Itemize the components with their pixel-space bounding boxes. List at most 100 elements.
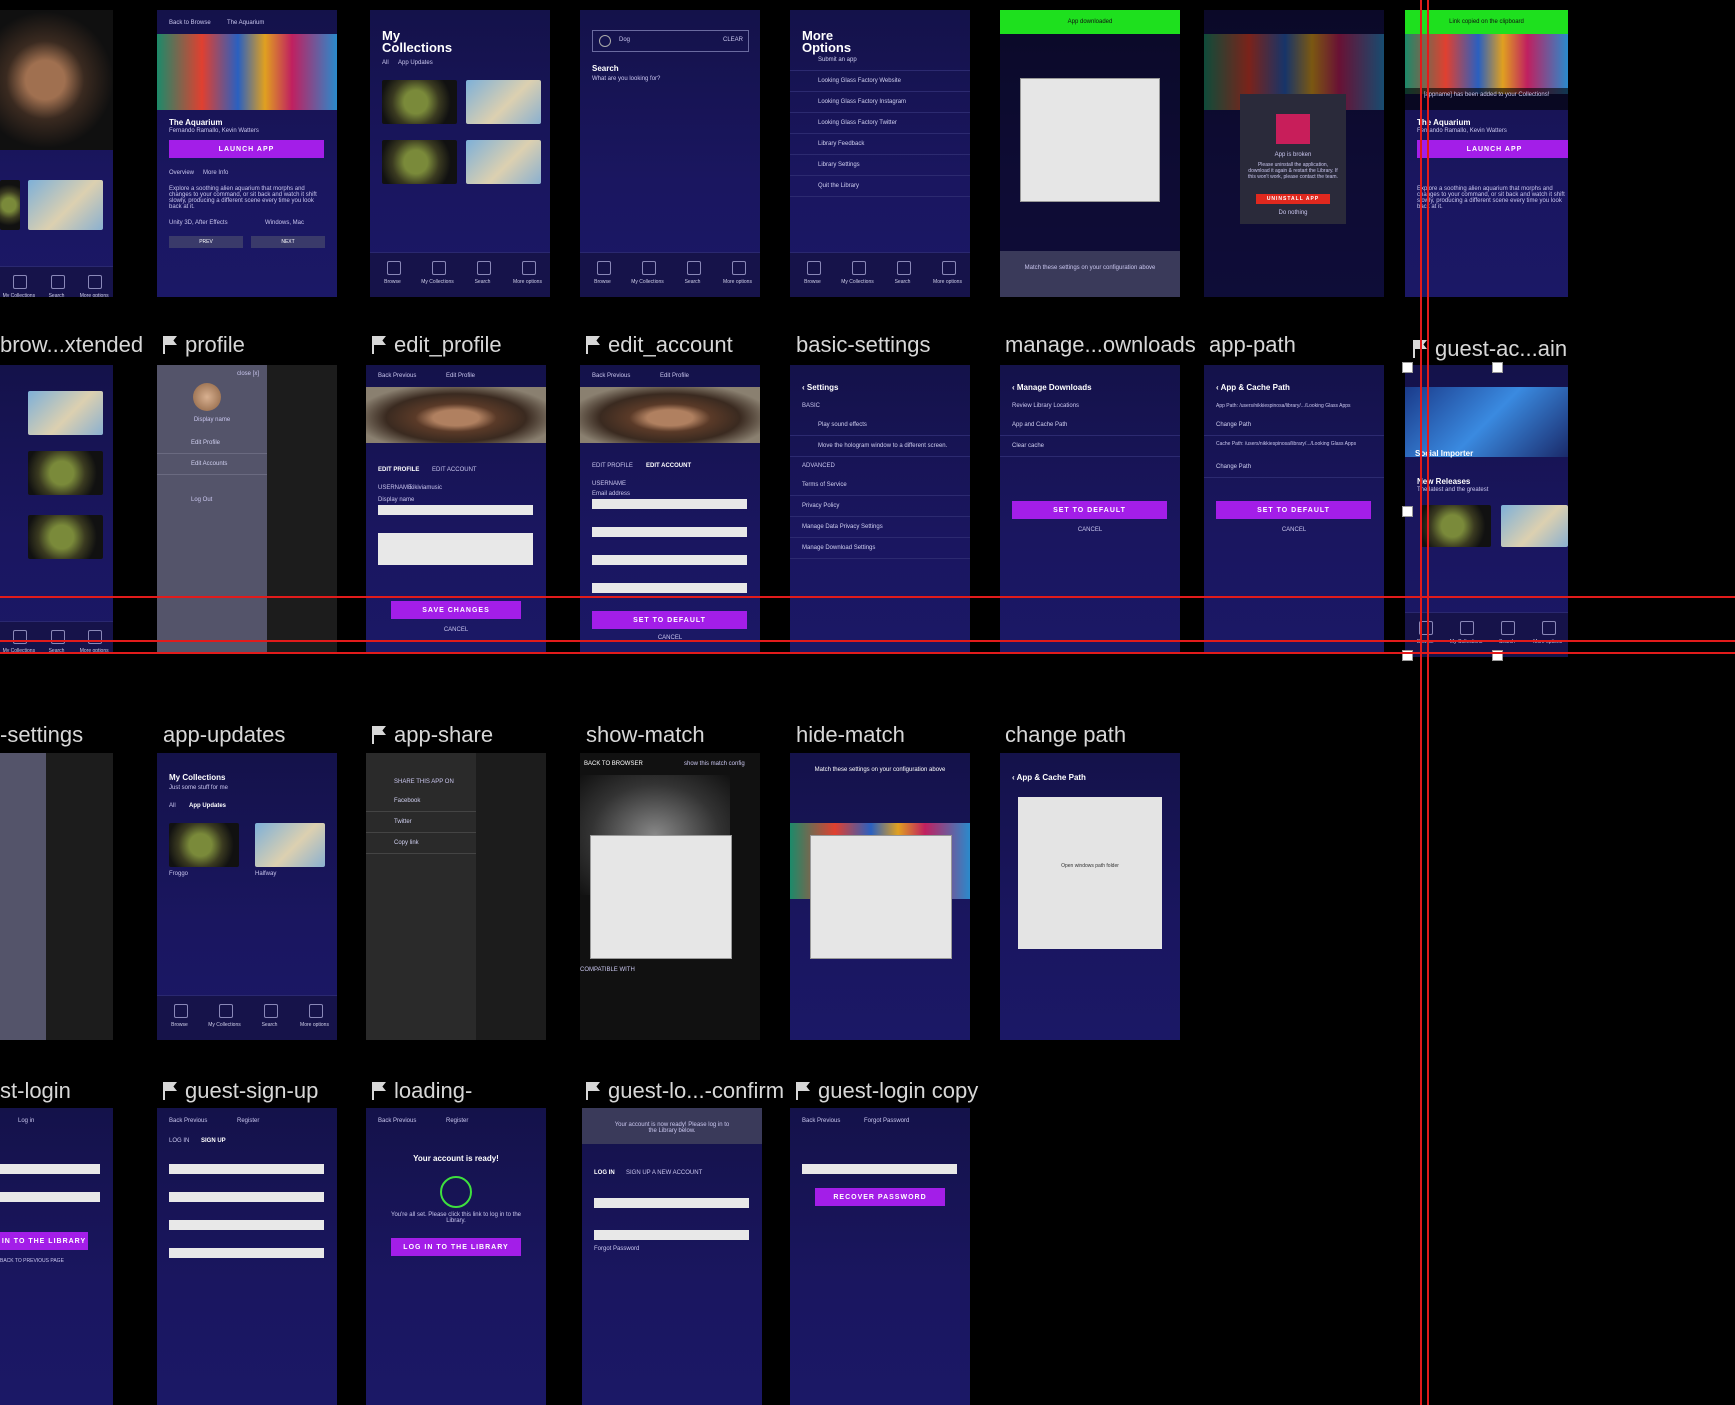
confirm-password-field[interactable] [592, 583, 747, 593]
login-to-library-button[interactable]: LOG IN TO THE LIBRARY [391, 1238, 521, 1256]
share-copy-link[interactable]: Copy link [366, 833, 476, 854]
data-privacy-link[interactable]: Manage Data Privacy Settings [790, 517, 970, 538]
back-link[interactable]: Back Previous [169, 1118, 207, 1124]
tab-login[interactable]: LOG IN [169, 1138, 189, 1144]
selection-handle[interactable] [1402, 362, 1413, 373]
menu-item[interactable]: Looking Glass Factory Instagram [790, 92, 970, 113]
collection-item[interactable] [255, 823, 325, 867]
tab-overview[interactable]: Overview [169, 170, 194, 176]
set-default-button[interactable]: SET TO DEFAULT [1216, 501, 1371, 519]
clear-cache-link[interactable]: Clear cache [1000, 436, 1180, 457]
launch-app-button[interactable]: LAUNCH APP [1417, 140, 1568, 158]
download-settings-link[interactable]: Manage Download Settings [790, 538, 970, 559]
tab-login[interactable]: LOG IN [594, 1170, 615, 1176]
collection-item[interactable] [169, 823, 239, 867]
terms-link[interactable]: Terms of Service [790, 475, 970, 496]
selection-handle[interactable] [1492, 362, 1503, 373]
nav-search[interactable]: Search [38, 267, 76, 297]
collection-item[interactable] [466, 80, 541, 124]
app-cache-link[interactable]: App and Cache Path [1000, 415, 1180, 436]
nav-more[interactable]: More options [505, 253, 550, 297]
bio-field[interactable] [378, 533, 533, 565]
tab-signup[interactable]: SIGN UP [201, 1138, 226, 1144]
thumbnail[interactable] [0, 180, 20, 230]
tab-app-updates[interactable]: App Updates [398, 60, 433, 66]
nav-browse[interactable]: Browse [580, 253, 625, 297]
cancel-link[interactable]: CANCEL [366, 627, 546, 633]
selection-handle[interactable] [1402, 506, 1413, 517]
set-default-button[interactable]: SET TO DEFAULT [1012, 501, 1167, 519]
tab-edit-profile[interactable]: EDIT PROFILE [378, 467, 419, 473]
share-twitter[interactable]: Twitter [366, 812, 476, 833]
login-button[interactable]: IN TO THE LIBRARY [0, 1232, 88, 1250]
nav-collections[interactable]: My Collections [625, 253, 670, 297]
collection-item[interactable] [382, 80, 457, 124]
search-input[interactable]: Dog CLEAR [592, 30, 749, 52]
prev-button[interactable]: PREV [169, 236, 243, 248]
password-field[interactable] [592, 527, 747, 537]
nav-collections[interactable]: My Collections [0, 267, 38, 297]
thumbnail[interactable] [28, 515, 103, 559]
nav-search[interactable]: Search [880, 253, 925, 297]
menu-item[interactable]: Looking Glass Factory Website [790, 71, 970, 92]
back-link[interactable]: Back Previous [378, 1118, 416, 1124]
show-match-link[interactable]: show this match config [684, 761, 745, 767]
menu-item[interactable]: Submit an app [790, 50, 970, 71]
nav-collections[interactable]: My Collections [835, 253, 880, 297]
edit-account-link[interactable]: Edit Accounts [157, 454, 267, 475]
tab-more-info[interactable]: More Info [203, 170, 228, 176]
save-changes-button[interactable]: SAVE CHANGES [391, 601, 521, 619]
thumbnail[interactable] [28, 451, 103, 495]
collection-item[interactable] [382, 140, 457, 184]
nav-search[interactable]: Search [670, 253, 715, 297]
privacy-link[interactable]: Privacy Policy [790, 496, 970, 517]
forgot-link[interactable]: Forgot Password [594, 1246, 639, 1252]
back-link[interactable]: Back Previous [592, 373, 630, 379]
tab-all[interactable]: All [169, 803, 176, 809]
setting-sound[interactable]: Play sound effects [790, 415, 970, 436]
tab-signup[interactable]: SIGN UP A NEW ACCOUNT [626, 1170, 702, 1176]
password-field[interactable] [169, 1220, 324, 1230]
cancel-link[interactable]: CANCEL [1000, 527, 1180, 533]
nav-search[interactable]: Search [38, 622, 76, 652]
edit-profile-link[interactable]: Edit Profile [157, 433, 267, 454]
username-field[interactable] [169, 1164, 324, 1174]
nav-browse[interactable]: Browse [157, 996, 202, 1040]
back-link[interactable]: Back Previous [802, 1118, 840, 1124]
menu-item[interactable]: Looking Glass Factory Twitter [790, 113, 970, 134]
change-path-link[interactable]: Change Path [1204, 415, 1384, 436]
back-previous[interactable]: BACK TO PREVIOUS PAGE [0, 1258, 64, 1264]
new-password-field[interactable] [592, 555, 747, 565]
nav-collections[interactable]: My Collections [0, 622, 38, 652]
nav-more[interactable]: More options [75, 622, 113, 652]
nav-browse[interactable]: Browse [370, 253, 415, 297]
tab-all[interactable]: All [382, 60, 389, 66]
password-field[interactable] [594, 1230, 749, 1240]
next-button[interactable]: NEXT [251, 236, 325, 248]
release-item[interactable] [1501, 505, 1568, 547]
email-field[interactable] [592, 499, 747, 509]
close-link[interactable]: close [x] [237, 371, 259, 377]
tab-edit-profile[interactable]: EDIT PROFILE [592, 463, 633, 469]
do-nothing-link[interactable]: Do nothing [1240, 210, 1346, 216]
email-field[interactable] [802, 1164, 957, 1174]
menu-item[interactable]: Library Feedback [790, 134, 970, 155]
password-field[interactable] [0, 1192, 100, 1202]
nav-more[interactable]: More options [925, 253, 970, 297]
back-link[interactable]: Back to Browse [169, 20, 211, 26]
menu-item[interactable]: Quit the Library [790, 176, 970, 197]
set-default-button[interactable]: SET TO DEFAULT [592, 611, 747, 629]
email-field[interactable] [169, 1192, 324, 1202]
nav-collections[interactable]: My Collections [1446, 613, 1487, 657]
thumbnail[interactable] [28, 391, 103, 435]
nav-more[interactable]: More options [715, 253, 760, 297]
release-item[interactable] [1421, 505, 1491, 547]
nav-search[interactable]: Search [460, 253, 505, 297]
share-facebook[interactable]: Facebook [366, 791, 476, 812]
email-field[interactable] [0, 1164, 100, 1174]
launch-app-button[interactable]: LAUNCH APP [169, 140, 324, 158]
nav-more[interactable]: More options [292, 996, 337, 1040]
setting-hologram[interactable]: Move the hologram window to a different … [790, 436, 970, 457]
nav-browse[interactable]: Browse [790, 253, 835, 297]
avatar[interactable] [193, 383, 221, 411]
